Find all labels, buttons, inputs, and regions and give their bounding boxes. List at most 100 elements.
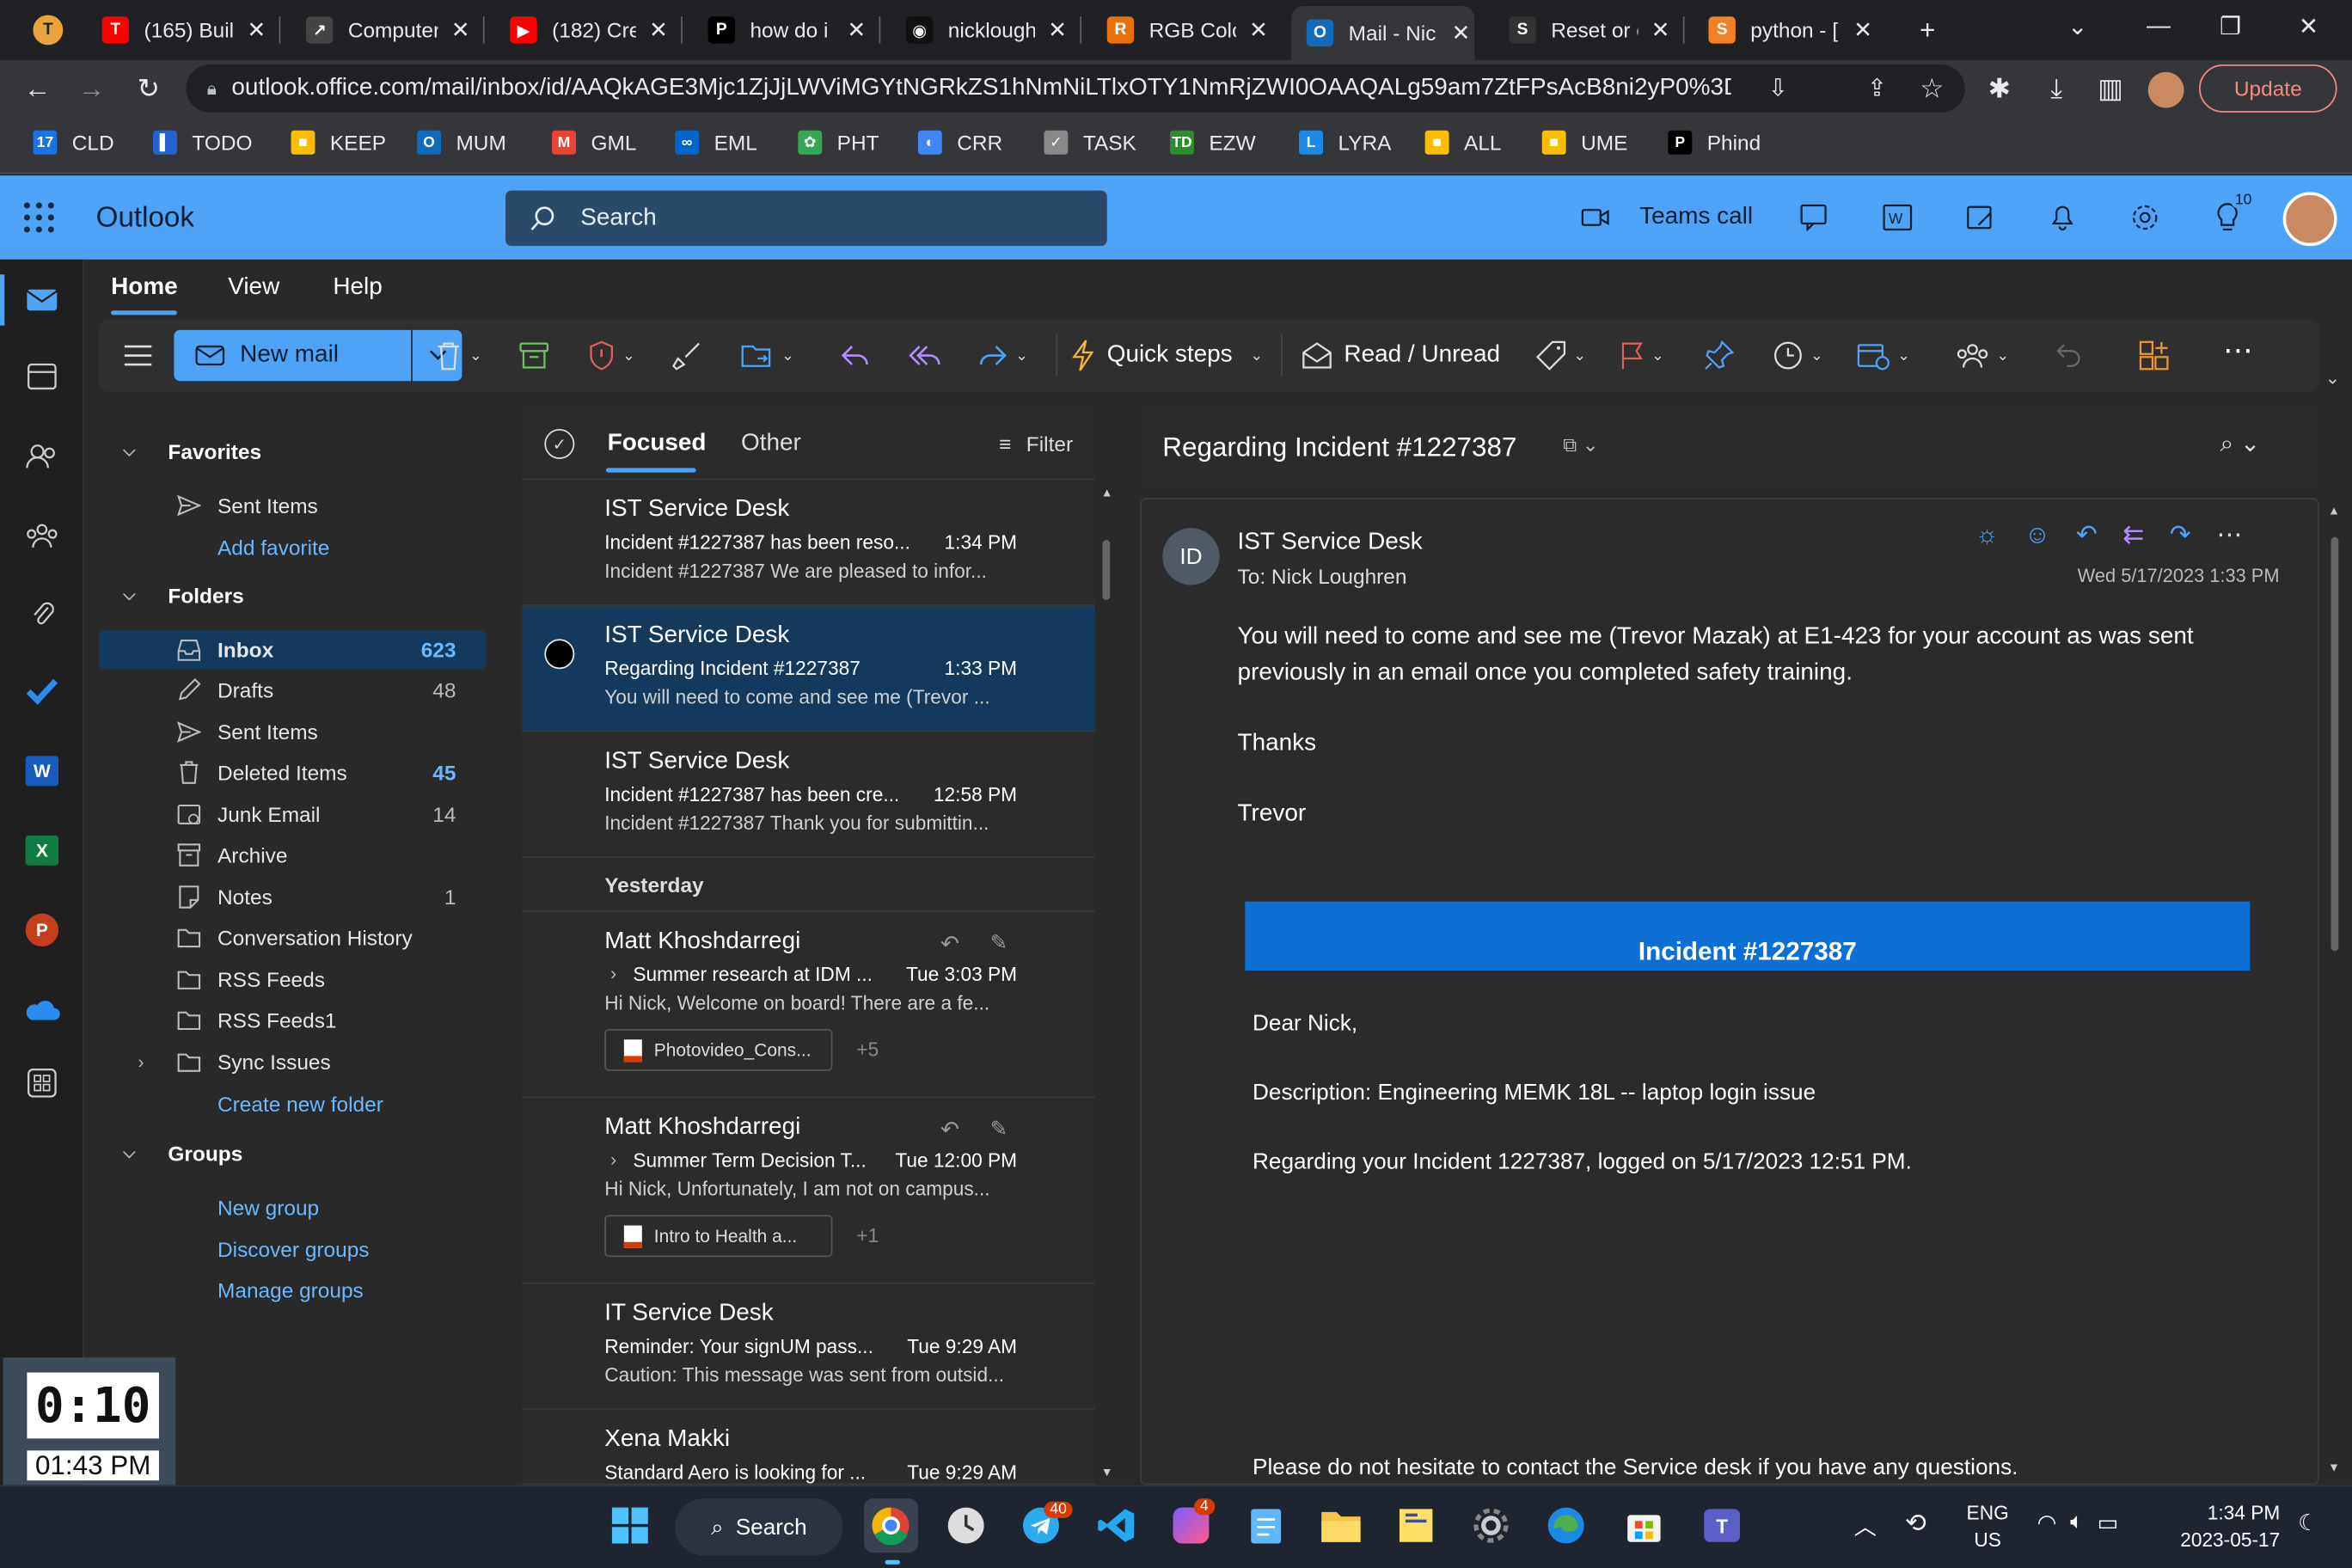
- tab-help[interactable]: Help: [333, 274, 382, 301]
- language-indicator[interactable]: ENG US: [1967, 1500, 2009, 1554]
- folder-item-conversation-history[interactable]: Conversation History: [99, 918, 486, 957]
- bookmark-item[interactable]: M GML: [552, 130, 636, 155]
- notepad-icon[interactable]: [1242, 1502, 1290, 1550]
- close-tab-icon[interactable]: ✕: [843, 16, 870, 44]
- word-icon[interactable]: W: [1879, 199, 1915, 236]
- teams-call-button[interactable]: Teams call: [1639, 204, 1753, 230]
- favorite-sent-items[interactable]: Sent Items: [99, 486, 486, 524]
- update-button[interactable]: Update: [2199, 64, 2337, 113]
- move-to-button[interactable]: ⌄: [741, 338, 794, 374]
- chevron-right-icon[interactable]: ›: [610, 1149, 616, 1170]
- bookmark-item[interactable]: ◐ CRR: [917, 130, 1002, 155]
- address-bar[interactable]: 🔒︎ outlook.office.com/mail/inbox/id/AAQk…: [186, 64, 1965, 113]
- bookmark-item[interactable]: L LYRA: [1299, 130, 1391, 155]
- bookmark-item[interactable]: ∞ EML: [675, 130, 757, 155]
- close-window-button[interactable]: ✕: [2274, 0, 2343, 54]
- message-item[interactable]: IST Service Desk Regarding Incident #1227…: [522, 605, 1095, 732]
- sync-icon[interactable]: ⟲: [1905, 1509, 1926, 1539]
- browser-tab[interactable]: R RGB Color ✕: [1092, 6, 1271, 54]
- folder-item-rss-feeds[interactable]: RSS Feeds: [99, 960, 486, 999]
- taskbar-clock[interactable]: 1:34 PM 2023-05-17: [2172, 1500, 2280, 1554]
- message-item[interactable]: IT Service Desk Reminder: Your signUM pas…: [522, 1283, 1095, 1411]
- settings-gear-icon[interactable]: [1467, 1502, 1516, 1550]
- minimize-button[interactable]: —: [2124, 0, 2193, 54]
- bookmark-item[interactable]: TD EZW: [1170, 130, 1256, 155]
- windows-start-icon[interactable]: [606, 1502, 654, 1550]
- delete-button[interactable]: ⌄: [435, 338, 482, 374]
- show-hidden-icons-chevron-icon[interactable]: ︿: [1854, 1510, 1877, 1542]
- bookmark-item[interactable]: 17 CLD: [33, 130, 114, 155]
- quick-steps-button[interactable]: Quick steps ⌄: [1071, 338, 1263, 374]
- feedback-icon[interactable]: [1797, 199, 1833, 236]
- bookmark-item[interactable]: ■ UME: [1541, 130, 1627, 155]
- tab-other[interactable]: Other: [741, 431, 801, 457]
- browser-tab[interactable]: Phow do i c ✕: [693, 6, 870, 54]
- attachment-chip[interactable]: Photovideo_Cons...: [604, 1029, 833, 1071]
- selected-radio-icon[interactable]: [544, 639, 575, 670]
- emoji-icon[interactable]: ☺: [2024, 520, 2050, 550]
- ms-store-icon[interactable]: [1620, 1502, 1668, 1550]
- close-tab-icon[interactable]: ✕: [645, 16, 671, 44]
- filter-button[interactable]: ≡ Filter: [999, 432, 1073, 456]
- my-day-icon[interactable]: [1962, 199, 1998, 236]
- more-options-icon[interactable]: ⋯: [2216, 520, 2242, 550]
- folders-header[interactable]: ⌵ Folders: [123, 584, 244, 608]
- bell-icon[interactable]: [2044, 199, 2080, 236]
- folder-item-rss-feeds1[interactable]: RSS Feeds1: [99, 1001, 486, 1039]
- message-item[interactable]: Xena Makki Standard Aero is looking for .…: [522, 1410, 1095, 1485]
- reply-button[interactable]: [840, 338, 870, 374]
- bookmark-item[interactable]: ✓ TASK: [1044, 130, 1136, 155]
- folder-item-junk-email[interactable]: Junk Email 14: [99, 795, 486, 834]
- sticky-notes-icon[interactable]: [1392, 1502, 1440, 1550]
- browser-tab[interactable]: Spython - [✕: [1694, 6, 1877, 54]
- bookmark-item[interactable]: P Phind: [1668, 130, 1761, 155]
- message-item[interactable]: Matt Khoshdarregi › ↶ ✎ Summer Term Decision…: [522, 1098, 1095, 1284]
- undo-button[interactable]: [2055, 338, 2082, 374]
- paperclip-icon[interactable]: [21, 592, 63, 634]
- app-launcher-icon[interactable]: [23, 202, 54, 233]
- browser-tab[interactable]: ▶ (182) Crea ✕: [495, 6, 672, 54]
- tab-home[interactable]: Home: [111, 274, 178, 301]
- message-item[interactable]: Matt Khoshdarregi › ↶ ✎ Summer research at I…: [522, 911, 1095, 1099]
- favorites-header[interactable]: ⌵ Favorites: [123, 439, 261, 463]
- reply-all-icon[interactable]: ⇇: [2122, 520, 2144, 550]
- folder-item-notes[interactable]: Notes 1: [99, 878, 486, 916]
- bookmark-item[interactable]: ■ ALL: [1424, 130, 1502, 155]
- new-group-link[interactable]: New group: [217, 1196, 319, 1220]
- teams-icon[interactable]: T: [1698, 1502, 1746, 1550]
- folder-item-sync-issues[interactable]: › Sync Issues: [99, 1043, 486, 1081]
- download-icon[interactable]: ⤓: [2037, 69, 2076, 107]
- browser-tab[interactable]: ↗ Computer ✕: [291, 6, 475, 54]
- chrome-icon[interactable]: [864, 1498, 918, 1553]
- close-tab-icon[interactable]: ✕: [1448, 20, 1474, 46]
- account-avatar[interactable]: [2282, 192, 2337, 247]
- message-list-scrollbar[interactable]: ▲ ▼: [1098, 483, 1113, 1485]
- more-attachments-count[interactable]: +5: [856, 1038, 879, 1060]
- rules-button[interactable]: ⌄: [1857, 338, 1910, 374]
- read-unread-button[interactable]: Read / Unread: [1302, 338, 1500, 374]
- excel-app-icon[interactable]: X: [21, 830, 63, 872]
- focus-moon-icon[interactable]: ☾: [2298, 1509, 2318, 1536]
- close-tab-icon[interactable]: ✕: [1849, 16, 1876, 44]
- groups-icon[interactable]: [21, 515, 63, 557]
- add-ins-button[interactable]: [2139, 338, 2169, 374]
- sender-avatar[interactable]: ID: [1162, 528, 1220, 585]
- more-apps-icon[interactable]: [21, 1062, 63, 1104]
- system-tray[interactable]: ◠ 🔈︎ ▭: [2037, 1509, 2119, 1535]
- close-tab-icon[interactable]: ✕: [1647, 16, 1674, 44]
- install-app-icon[interactable]: ⇩: [1768, 74, 1788, 104]
- search-input[interactable]: Search: [505, 190, 1107, 247]
- discover-groups-link[interactable]: Discover groups: [217, 1238, 370, 1262]
- snooze-button[interactable]: ⌄: [1773, 338, 1823, 374]
- new-tab-button[interactable]: +: [1908, 10, 1947, 49]
- gear-icon[interactable]: [2127, 199, 2163, 236]
- browser-tab[interactable]: S Reset or c ✕: [1494, 6, 1674, 54]
- more-attachments-count[interactable]: +1: [856, 1224, 879, 1246]
- restore-button[interactable]: ❐: [2196, 0, 2265, 54]
- forward-button[interactable]: ⌄: [978, 338, 1028, 374]
- file-explorer-icon[interactable]: [1317, 1502, 1365, 1550]
- taskbar-search[interactable]: ⌕ Search: [675, 1498, 843, 1556]
- side-panel-icon[interactable]: ▥: [2091, 69, 2129, 107]
- pin-button[interactable]: [1704, 338, 1735, 374]
- chevron-right-icon[interactable]: ›: [138, 1051, 144, 1072]
